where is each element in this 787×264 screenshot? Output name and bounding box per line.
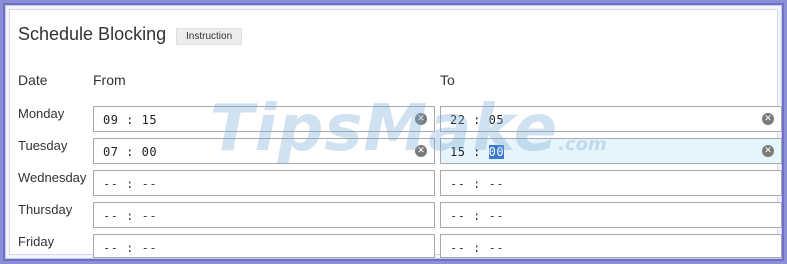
wednesday-to-time-input[interactable]: -- : -- bbox=[440, 170, 782, 196]
time-value: -- : -- bbox=[103, 209, 158, 223]
clear-icon[interactable]: ✕ bbox=[415, 113, 427, 125]
friday-from-time-input[interactable]: -- : -- bbox=[93, 234, 435, 258]
thursday-to-time-input[interactable]: -- : -- bbox=[440, 202, 782, 228]
column-header-to: To bbox=[440, 72, 455, 88]
clear-icon[interactable]: ✕ bbox=[762, 145, 774, 157]
time-value: -- : -- bbox=[450, 177, 505, 191]
time-value: -- : -- bbox=[103, 241, 158, 255]
window-frame: Schedule Blocking Instruction Date From … bbox=[3, 3, 784, 261]
wednesday-from-time-input[interactable]: -- : -- bbox=[93, 170, 435, 196]
schedule-form: Schedule Blocking Instruction Date From … bbox=[9, 9, 782, 258]
instruction-button[interactable]: Instruction bbox=[176, 28, 243, 45]
clear-icon[interactable]: ✕ bbox=[762, 113, 774, 125]
time-value: -- : -- bbox=[103, 177, 158, 191]
day-label-friday: Friday bbox=[18, 234, 55, 249]
time-value: -- : -- bbox=[450, 241, 505, 255]
monday-from-time-input[interactable]: 09 : 15 ✕ bbox=[93, 106, 435, 132]
column-header-from: From bbox=[93, 72, 126, 88]
tuesday-from-time-input[interactable]: 07 : 00 ✕ bbox=[93, 138, 435, 164]
time-value: 07 : 00 bbox=[103, 145, 158, 159]
time-value: 22 : 05 bbox=[450, 113, 505, 127]
tuesday-to-time-input[interactable]: 15 : 00 ✕ bbox=[440, 138, 782, 164]
hours-segment: 15 : bbox=[450, 145, 489, 159]
page-title: Schedule Blocking bbox=[18, 24, 167, 44]
friday-to-time-input[interactable]: -- : -- bbox=[440, 234, 782, 258]
thursday-from-time-input[interactable]: -- : -- bbox=[93, 202, 435, 228]
column-header-date: Date bbox=[18, 72, 48, 88]
day-label-monday: Monday bbox=[18, 106, 65, 121]
day-label-tuesday: Tuesday bbox=[18, 138, 68, 153]
time-value: -- : -- bbox=[450, 209, 505, 223]
day-label-thursday: Thursday bbox=[18, 202, 73, 217]
day-label-wednesday: Wednesday bbox=[18, 170, 87, 185]
minutes-segment-selected[interactable]: 00 bbox=[488, 145, 505, 159]
schedule-panel: Schedule Blocking Instruction Date From … bbox=[5, 5, 782, 259]
monday-to-time-input[interactable]: 22 : 05 ✕ bbox=[440, 106, 782, 132]
time-value: 09 : 15 bbox=[103, 113, 158, 127]
clear-icon[interactable]: ✕ bbox=[415, 145, 427, 157]
time-value: 15 : 00 bbox=[450, 145, 505, 159]
